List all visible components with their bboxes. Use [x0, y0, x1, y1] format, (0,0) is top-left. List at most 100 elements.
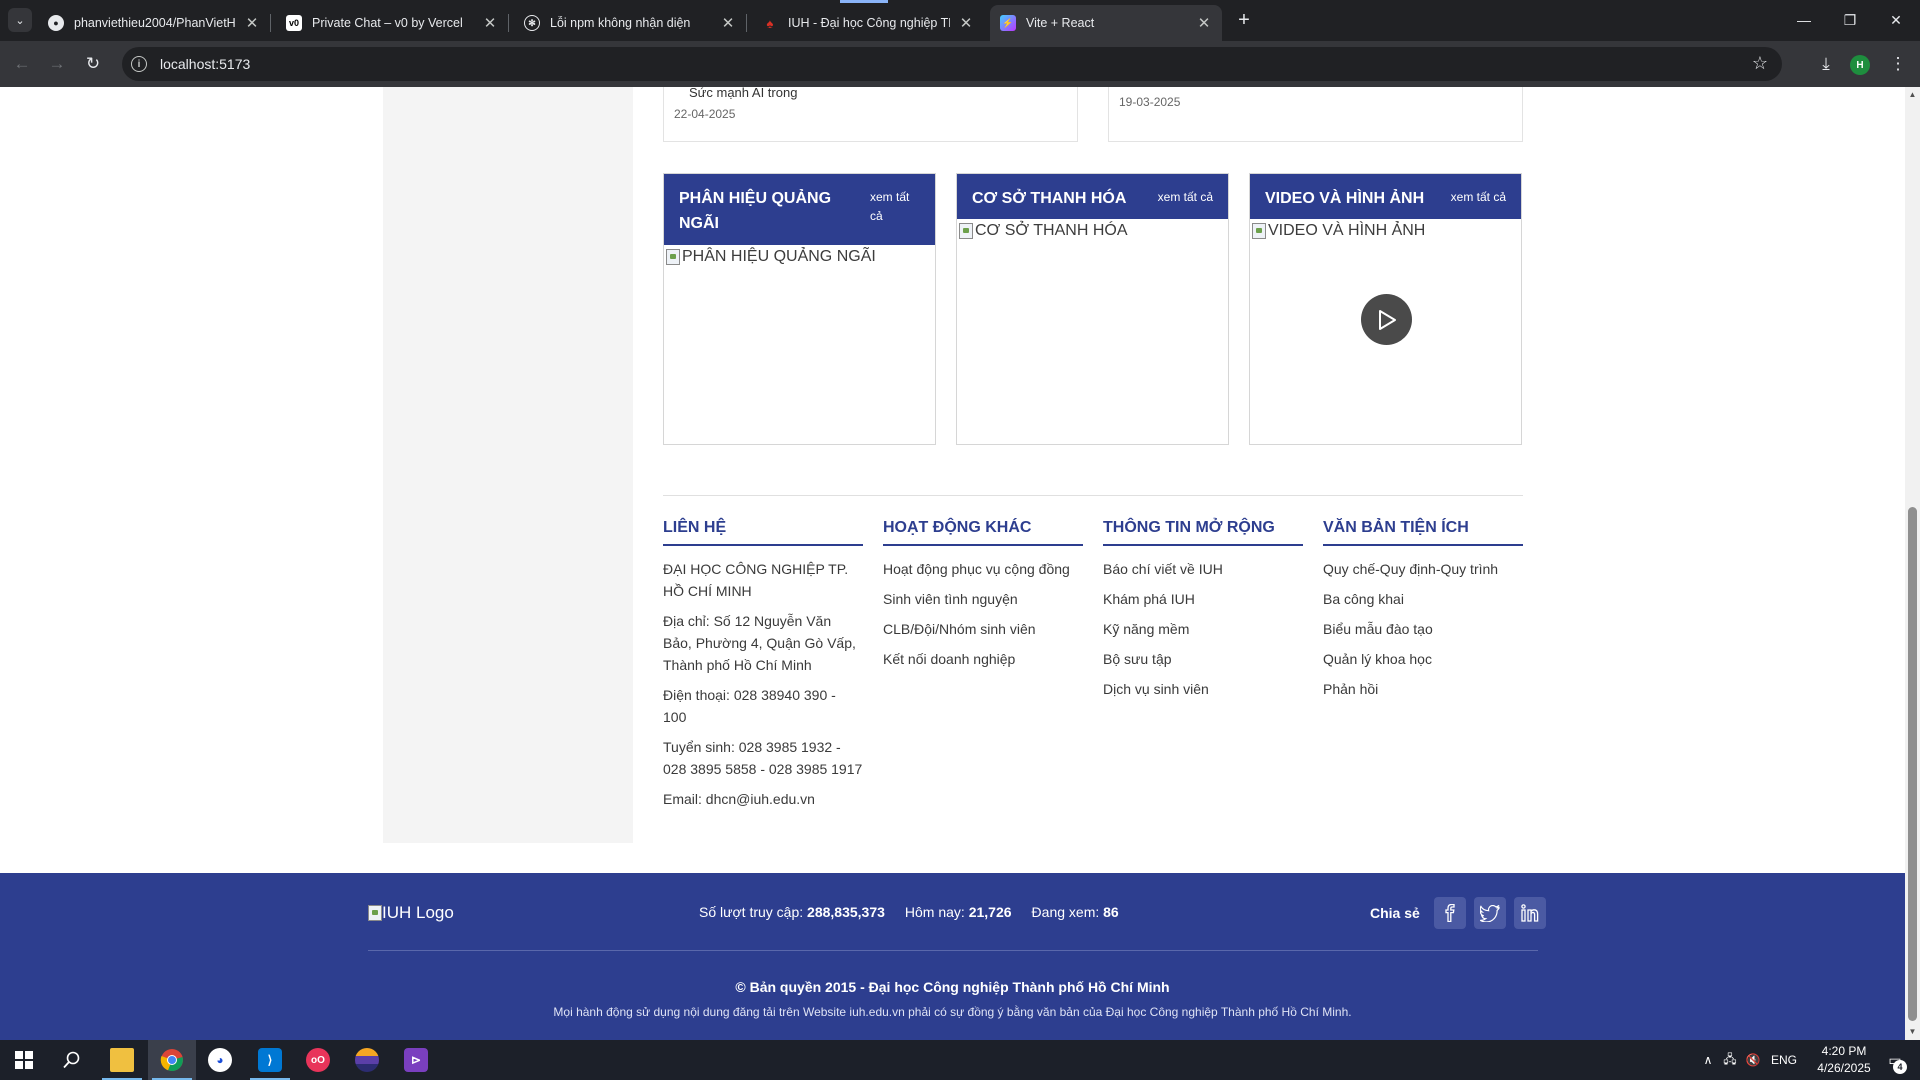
contact-email[interactable]: Email: dhcn@iuh.edu.vn — [663, 788, 863, 810]
visual-studio-icon[interactable]: ⊳ — [392, 1040, 440, 1080]
footer-link[interactable]: CLB/Đội/Nhóm sinh viên — [883, 618, 1083, 640]
language-indicator[interactable]: ENG — [1764, 1053, 1804, 1067]
minimize-icon[interactable]: — — [1792, 8, 1816, 32]
block-image-broken[interactable]: VIDEO VÀ HÌNH ẢNH — [1250, 219, 1521, 240]
vscode-icon[interactable]: ⟩ — [246, 1040, 294, 1080]
forward-arrow-icon[interactable]: → — [44, 51, 70, 77]
windows-start-icon — [15, 1051, 33, 1069]
block-header: PHÂN HIỆU QUẢNG NGÃI xem tất cả — [664, 174, 935, 245]
close-tab-icon[interactable]: ✕ — [1196, 14, 1212, 32]
bookmark-star-icon[interactable]: ☆ — [1752, 53, 1768, 74]
logo-alt-text: IUH Logo — [382, 903, 454, 922]
broken-image-icon — [666, 249, 680, 265]
image-alt-text: VIDEO VÀ HÌNH ẢNH — [1268, 222, 1426, 239]
play-icon — [1378, 309, 1396, 330]
scroll-up-arrow-icon[interactable]: ▲ — [1908, 90, 1917, 99]
linkedin-icon[interactable] — [1513, 897, 1546, 929]
clock-time: 4:20 PM — [1821, 1044, 1867, 1058]
tab-title: phanviethieu2004/PhanVietHie — [74, 16, 236, 30]
system-tray: ∧ 🖧 🔇 ENG — [1698, 1040, 1804, 1080]
footer-link[interactable]: Quản lý khoa học — [1323, 648, 1523, 670]
file-explorer-icon[interactable] — [98, 1040, 146, 1080]
app-icon[interactable]: ◕ — [196, 1040, 244, 1080]
footer-link[interactable]: Phản hồi — [1323, 678, 1523, 700]
tab-title: Lỗi npm không nhận diện — [550, 16, 691, 30]
block-image-broken[interactable]: CƠ SỞ THANH HÓA — [957, 219, 1228, 240]
page-viewport: Sức mạnh AI trong 22-04-2025 19-03-2025 … — [0, 87, 1920, 1040]
address-bar[interactable]: i localhost:5173 ☆ — [122, 47, 1782, 81]
browser-tab-github[interactable]: ● phanviethieu2004/PhanVietHie ✕ — [38, 5, 270, 41]
footer-link[interactable]: Biểu mẫu đào tạo — [1323, 618, 1523, 640]
tab-loading-indicator — [840, 0, 888, 3]
close-tab-icon[interactable]: ✕ — [482, 14, 498, 32]
contact-phone: Điện thoại: 028 38940 390 - 100 — [663, 687, 836, 725]
footer-link[interactable]: Sinh viên tình nguyện — [883, 588, 1083, 610]
reload-icon[interactable]: ↻ — [80, 51, 106, 77]
close-window-icon[interactable]: ✕ — [1884, 8, 1908, 32]
iuh-logo[interactable]: IUH Logo — [368, 903, 454, 923]
footer-link[interactable]: Bộ sưu tập — [1103, 648, 1303, 670]
back-arrow-icon[interactable]: ← — [9, 51, 35, 77]
news-card[interactable]: 19-03-2025 — [1108, 87, 1523, 142]
tab-title: Private Chat – v0 by Vercel — [312, 16, 463, 30]
windows-taskbar: ◕ ⟩ oO ⊳ ∧ 🖧 🔇 ENG 4:20 PM 4/26/2025 ▭ 4 — [0, 1040, 1920, 1080]
vite-icon: ⚡ — [1000, 15, 1016, 31]
footer-col-title: HOẠT ĐỘNG KHÁC — [883, 517, 1083, 546]
footer-link[interactable]: Báo chí viết về IUH — [1103, 558, 1303, 580]
twitter-icon[interactable] — [1473, 897, 1506, 929]
profile-avatar[interactable]: H — [1850, 55, 1870, 75]
v0-icon: v0 — [286, 15, 302, 31]
tab-search-button[interactable]: ⌄ — [8, 8, 32, 32]
close-tab-icon[interactable]: ✕ — [720, 14, 736, 32]
downloads-icon[interactable]: ⤓ — [1813, 51, 1839, 77]
stat-total: Số lượt truy cập: 288,835,373 — [699, 904, 885, 920]
restore-icon[interactable]: ❐ — [1838, 8, 1862, 32]
footer-link[interactable]: Kết nối doanh nghiệp — [883, 648, 1083, 670]
taskbar-clock[interactable]: 4:20 PM 4/26/2025 — [1808, 1043, 1880, 1077]
footer-link[interactable]: Kỹ năng mềm — [1103, 618, 1303, 640]
footer-link[interactable]: Quy chế-Quy định-Quy trình — [1323, 558, 1523, 580]
block-header: CƠ SỞ THANH HÓA xem tất cả — [957, 174, 1228, 219]
url-text[interactable]: localhost:5173 — [160, 56, 250, 72]
volume-muted-icon[interactable]: 🔇 — [1742, 1053, 1764, 1067]
stat-value: 86 — [1103, 904, 1119, 920]
play-video-button[interactable] — [1361, 294, 1412, 345]
site-info-icon[interactable]: i — [131, 56, 147, 72]
chrome-icon[interactable] — [148, 1040, 196, 1080]
scrollbar-thumb[interactable] — [1908, 507, 1917, 1021]
search-icon[interactable] — [48, 1040, 96, 1080]
close-tab-icon[interactable]: ✕ — [244, 14, 260, 32]
footer-link[interactable]: Ba công khai — [1323, 588, 1523, 610]
share-bar: Chia sẻ — [1370, 897, 1546, 929]
view-all-link[interactable]: xem tất cả — [1158, 188, 1213, 207]
browser-tab-v0[interactable]: v0 Private Chat – v0 by Vercel ✕ — [276, 5, 508, 41]
browser-tab-strip: ⌄ ● phanviethieu2004/PhanVietHie ✕ v0 Pr… — [0, 0, 1920, 41]
app-icon[interactable]: oO — [294, 1040, 342, 1080]
section-divider — [663, 495, 1523, 496]
app-icon[interactable] — [343, 1040, 391, 1080]
close-tab-icon[interactable]: ✕ — [958, 14, 974, 32]
footer-col-title: LIÊN HỆ — [663, 517, 863, 546]
tab-title: IUH - Đại học Công nghiệp TP.H — [788, 16, 950, 30]
footer-link[interactable]: Khám phá IUH — [1103, 588, 1303, 610]
windows-start-button[interactable] — [0, 1040, 48, 1080]
vertical-scrollbar[interactable]: ▲ ▼ — [1905, 87, 1920, 1040]
news-card[interactable]: Sức mạnh AI trong 22-04-2025 — [663, 87, 1078, 142]
view-all-link[interactable]: xem tất cả — [870, 188, 920, 226]
footer-link[interactable]: Dịch vụ sinh viên — [1103, 678, 1303, 700]
show-hidden-icons-chevron-icon[interactable]: ∧ — [1698, 1053, 1718, 1067]
new-tab-button[interactable]: + — [1232, 8, 1256, 32]
app-glyph — [355, 1048, 379, 1072]
browser-tab-iuh[interactable]: ♠ IUH - Đại học Công nghiệp TP.H ✕ — [752, 5, 984, 41]
chrome-menu-icon[interactable]: ⋮ — [1885, 51, 1911, 77]
footer-link[interactable]: Hoạt động phục vụ cộng đồng — [883, 558, 1083, 580]
network-icon[interactable]: 🖧 — [1718, 1050, 1742, 1071]
facebook-icon[interactable] — [1433, 897, 1466, 929]
browser-tab-chatgpt[interactable]: ✻ Lỗi npm không nhận diện ✕ — [514, 5, 746, 41]
app-glyph: ◕ — [208, 1048, 232, 1072]
tab-separator — [508, 14, 509, 32]
view-all-link[interactable]: xem tất cả — [1451, 188, 1506, 207]
scroll-down-arrow-icon[interactable]: ▼ — [1908, 1027, 1917, 1036]
browser-tab-vite-active[interactable]: ⚡ Vite + React ✕ — [990, 5, 1222, 41]
block-image-broken[interactable]: PHÂN HIỆU QUẢNG NGÃI — [664, 245, 935, 266]
